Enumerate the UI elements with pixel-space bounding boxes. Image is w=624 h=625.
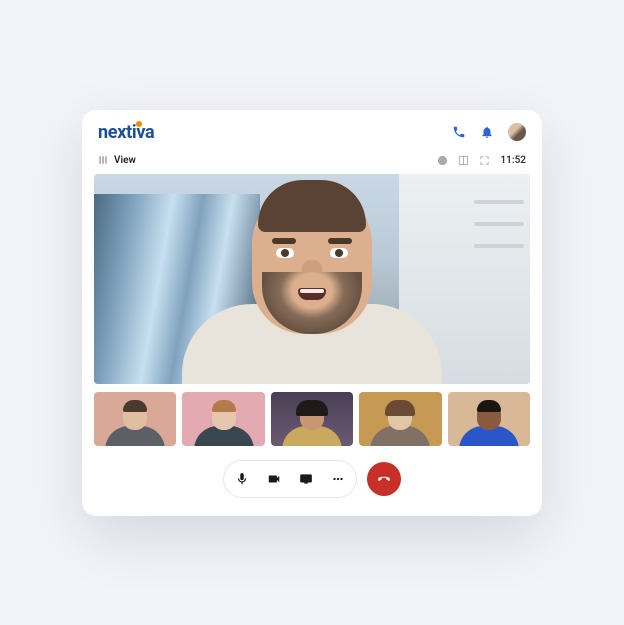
participant-thumbnail[interactable]: [271, 392, 353, 446]
hangup-button[interactable]: [367, 462, 401, 496]
layout-icon[interactable]: [458, 155, 469, 166]
screen-share-button[interactable]: [292, 465, 320, 493]
grid-icon: [98, 155, 108, 165]
participant-thumbnail[interactable]: [94, 392, 176, 446]
control-group: [223, 460, 357, 498]
brand-dot: [136, 121, 142, 127]
more-button[interactable]: [324, 465, 352, 493]
participant-thumbnails: [82, 384, 542, 446]
main-speaker-figure: [177, 194, 447, 384]
view-toggle[interactable]: View: [98, 155, 136, 166]
call-toolbar: View 11:52: [82, 151, 542, 174]
camera-button[interactable]: [260, 465, 288, 493]
video-call-window: nextiva View: [82, 110, 542, 516]
info-icon[interactable]: [437, 155, 448, 166]
phone-icon[interactable]: [452, 125, 466, 139]
participant-thumbnail[interactable]: [182, 392, 264, 446]
participant-thumbnail[interactable]: [448, 392, 530, 446]
bell-icon[interactable]: [480, 125, 494, 139]
fullscreen-icon[interactable]: [479, 155, 490, 166]
view-label: View: [114, 155, 136, 166]
mic-button[interactable]: [228, 465, 256, 493]
toolbar-right: 11:52: [437, 155, 526, 166]
brand-logo: nextiva: [98, 122, 154, 143]
participant-thumbnail[interactable]: [359, 392, 441, 446]
call-controls: [82, 446, 542, 516]
main-speaker-video[interactable]: [94, 174, 530, 384]
user-avatar[interactable]: [508, 123, 526, 141]
app-header: nextiva: [82, 110, 542, 151]
call-time: 11:52: [500, 155, 526, 166]
header-actions: [452, 123, 526, 141]
brand-name: nextiva: [98, 122, 154, 143]
